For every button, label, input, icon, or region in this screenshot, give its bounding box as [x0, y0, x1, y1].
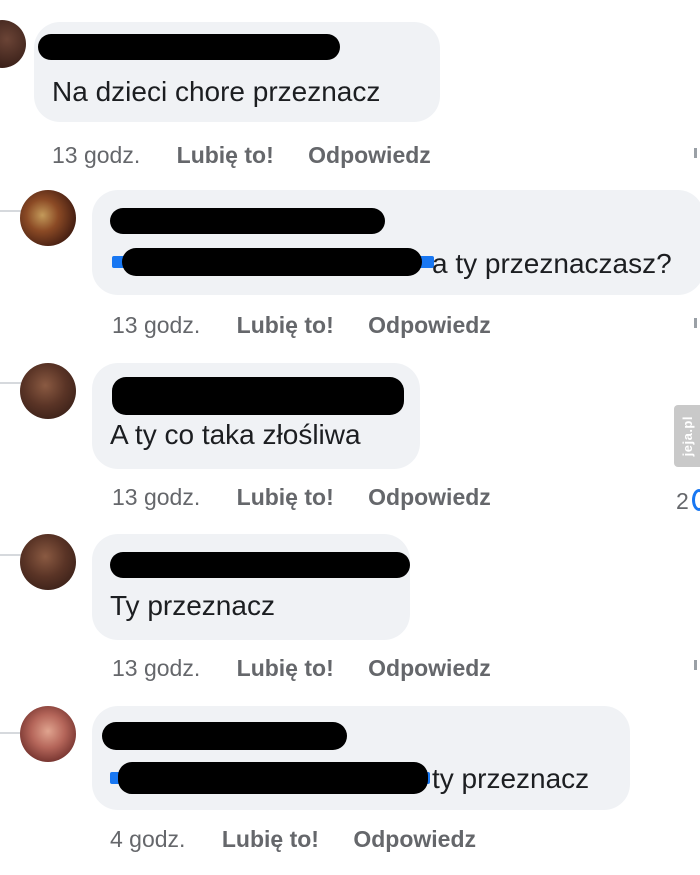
comment-meta: 13 godz. Lubię to! Odpowiedz [112, 312, 491, 339]
redacted-author-name [102, 722, 347, 750]
like-button[interactable]: Lubię to! [237, 312, 334, 338]
thread-connector [0, 382, 22, 384]
comment-meta: 13 godz. Lubię to! Odpowiedz [52, 142, 431, 169]
edge-mark [694, 148, 697, 158]
comment-meta: 13 godz. Lubię to! Odpowiedz [112, 484, 491, 511]
comment-text: A ty co taka złośliwa [110, 419, 361, 450]
redacted-author-name [110, 208, 385, 234]
comment-bubble: a ty przeznaczasz? [92, 190, 700, 295]
edge-mark [694, 660, 697, 670]
comment-meta: 13 godz. Lubię to! Odpowiedz [112, 655, 491, 682]
reaction-icon [692, 489, 700, 511]
comment-bubble: Ty przeznacz [92, 534, 410, 640]
reply-button[interactable]: Odpowiedz [308, 142, 431, 168]
comment-timestamp[interactable]: 13 godz. [112, 312, 200, 338]
redacted-author-name [110, 552, 410, 578]
like-button[interactable]: Lubię to! [177, 142, 274, 168]
thread-connector [0, 732, 22, 734]
comment-bubble: A ty co taka złośliwa [92, 363, 420, 469]
avatar[interactable] [20, 363, 76, 419]
edge-mark [694, 318, 697, 328]
comment-timestamp[interactable]: 13 godz. [52, 142, 140, 168]
avatar[interactable] [20, 706, 76, 762]
reply-count: 2 [676, 488, 689, 514]
watermark-logo: jeja.pl [674, 405, 700, 467]
thread-connector [0, 554, 22, 556]
comment-text: ty przeznacz [432, 763, 590, 794]
comment-timestamp[interactable]: 4 godz. [110, 826, 185, 852]
comment-bubble: Na dzieci chore przeznacz [34, 22, 440, 122]
like-button[interactable]: Lubię to! [237, 655, 334, 681]
redacted-author-name [112, 377, 404, 415]
comment-text: Ty przeznacz [110, 590, 275, 621]
reply-button[interactable]: Odpowiedz [368, 312, 491, 338]
avatar[interactable] [0, 20, 26, 68]
comment-text: Na dzieci chore przeznacz [52, 76, 381, 107]
reply-button[interactable]: Odpowiedz [368, 484, 491, 510]
avatar[interactable] [20, 534, 76, 590]
comment-timestamp[interactable]: 13 godz. [112, 484, 200, 510]
comment-meta: 4 godz. Lubię to! Odpowiedz [110, 826, 476, 853]
reply-button[interactable]: Odpowiedz [353, 826, 476, 852]
comment-bubble: ty przeznacz [92, 706, 630, 810]
redacted-author-name [38, 34, 340, 60]
watermark-text: jeja.pl [679, 415, 695, 457]
thread-connector [0, 210, 22, 212]
redacted-mention [122, 248, 422, 276]
like-button[interactable]: Lubię to! [237, 484, 334, 510]
avatar[interactable] [20, 190, 76, 246]
redacted-mention [118, 762, 428, 794]
comment-text: a ty przeznaczasz? [432, 248, 672, 279]
comment-thread: Na dzieci chore przeznacz 13 godz. Lubię… [0, 0, 700, 875]
like-button[interactable]: Lubię to! [222, 826, 319, 852]
reply-button[interactable]: Odpowiedz [368, 655, 491, 681]
comment-timestamp[interactable]: 13 godz. [112, 655, 200, 681]
